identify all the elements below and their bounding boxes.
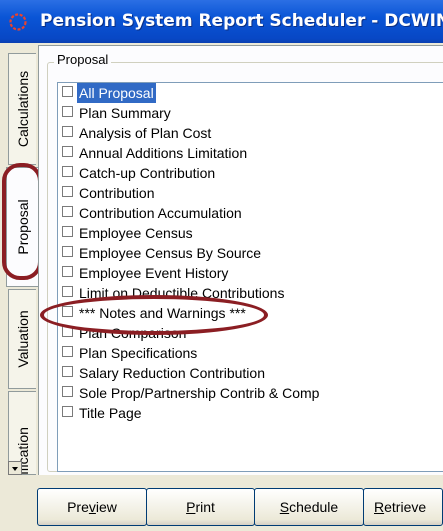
checkbox[interactable] <box>62 386 73 397</box>
list-item-plan-comparison[interactable]: Plan Comparison <box>60 323 443 343</box>
preview-label-pre: Pre <box>67 499 89 515</box>
proposal-group-title: Proposal <box>54 52 112 67</box>
print-label-post: rint <box>195 499 215 515</box>
checkbox[interactable] <box>62 226 73 237</box>
list-item-annual-additions-limitation[interactable]: Annual Additions Limitation <box>60 143 443 163</box>
checkbox[interactable] <box>62 126 73 137</box>
checkbox[interactable] <box>62 146 73 157</box>
list-item-contribution[interactable]: Contribution <box>60 183 443 203</box>
checkbox[interactable] <box>62 86 73 97</box>
list-item-label: Plan Summary <box>79 105 171 121</box>
checkbox[interactable] <box>62 206 73 217</box>
arrow-down-icon <box>12 467 18 471</box>
preview-label-key: v <box>88 499 96 515</box>
retrieve-label-key: R <box>374 499 385 515</box>
list-item-plan-specifications[interactable]: Plan Specifications <box>60 343 443 363</box>
tab-scroll-button[interactable] <box>8 461 22 475</box>
list-item-label: Salary Reduction Contribution <box>79 365 265 381</box>
checkbox[interactable] <box>62 346 73 357</box>
list-item-analysis-of-plan-cost[interactable]: Analysis of Plan Cost <box>60 123 443 143</box>
tab-valuation[interactable]: Valuation <box>8 289 36 389</box>
schedule-button[interactable]: Schedule <box>254 488 364 526</box>
tab-valuation-label: Valuation <box>14 310 31 368</box>
list-item-label: Catch-up Contribution <box>79 165 216 181</box>
list-item-label: Employee Census <box>79 225 193 241</box>
list-item-contribution-accumulation[interactable]: Contribution Accumulation <box>60 203 443 223</box>
checkbox[interactable] <box>62 106 73 117</box>
tab-calculations-label: Calculations <box>14 70 31 148</box>
checkbox[interactable] <box>62 326 73 337</box>
tab-page-proposal: Proposal All Proposal Plan Summary Analy… <box>38 45 443 475</box>
list-item-label: Plan Comparison <box>79 325 187 341</box>
app-logo-icon <box>9 13 27 31</box>
window-title: Pension System Report Scheduler - DCWIN0… <box>40 11 443 31</box>
list-item-employee-census[interactable]: Employee Census <box>60 223 443 243</box>
checkbox[interactable] <box>62 266 73 277</box>
retrieve-button[interactable]: Retrieve <box>363 488 443 526</box>
list-item-plan-summary[interactable]: Plan Summary <box>60 103 443 123</box>
schedule-label-post: chedule <box>289 499 339 515</box>
schedule-label-key: S <box>279 499 290 515</box>
list-item-catch-up-contribution[interactable]: Catch-up Contribution <box>60 163 443 183</box>
list-item-label: Employee Census By Source <box>79 245 262 261</box>
list-item-label: Plan Specifications <box>79 345 198 361</box>
checkbox[interactable] <box>62 366 73 377</box>
list-item-label: Employee Event History <box>79 265 229 281</box>
list-item-label: Title Page <box>79 405 142 421</box>
checkbox[interactable] <box>62 406 73 417</box>
checkbox[interactable] <box>62 306 73 317</box>
list-item-salary-reduction-contribution[interactable]: Salary Reduction Contribution <box>60 363 443 383</box>
list-item-label: Annual Additions Limitation <box>79 145 248 161</box>
list-item-label: Contribution Accumulation <box>79 205 242 221</box>
list-item-employee-event-history[interactable]: Employee Event History <box>60 263 443 283</box>
list-item-label: Limit on Deductible Contributions <box>79 285 285 301</box>
checkbox[interactable] <box>62 166 73 177</box>
title-bar[interactable]: Pension System Report Scheduler - DCWIN0… <box>0 0 443 43</box>
checkbox[interactable] <box>62 246 73 257</box>
list-item-label: Analysis of Plan Cost <box>79 125 212 141</box>
retrieve-label-post: etrieve <box>384 499 427 515</box>
tab-proposal[interactable]: Proposal <box>6 167 38 287</box>
checkbox[interactable] <box>62 186 73 197</box>
list-item-notes-and-warnings[interactable]: *** Notes and Warnings *** <box>60 303 443 323</box>
list-item-sole-prop-partnership[interactable]: Sole Prop/Partnership Contrib & Comp <box>60 383 443 403</box>
preview-label-post: iew <box>95 499 117 515</box>
checkbox[interactable] <box>62 286 73 297</box>
list-item-all-proposal[interactable]: All Proposal <box>60 83 443 103</box>
report-scheduler-window: Pension System Report Scheduler - DCWIN0… <box>0 0 443 531</box>
tab-calculations[interactable]: Calculations <box>8 53 36 165</box>
list-item-label: Contribution <box>79 185 155 201</box>
list-item-limit-on-deductible-contributions[interactable]: Limit on Deductible Contributions <box>60 283 443 303</box>
tab-proposal-label: Proposal <box>14 199 31 255</box>
list-item-employee-census-by-source[interactable]: Employee Census By Source <box>60 243 443 263</box>
button-bar: Preview Print Schedule Retrieve <box>0 475 443 531</box>
preview-button[interactable]: Preview <box>37 488 147 526</box>
list-item-label: All Proposal <box>77 83 156 103</box>
list-item-label: Sole Prop/Partnership Contrib & Comp <box>79 385 320 401</box>
print-button[interactable]: Print <box>146 488 255 526</box>
vertical-tab-strip: Calculations Proposal Valuation Certific… <box>0 45 38 475</box>
proposal-report-list[interactable]: All Proposal Plan Summary Analysis of Pl… <box>57 82 443 472</box>
list-item-title-page[interactable]: Title Page <box>60 403 443 423</box>
list-item-label: *** Notes and Warnings *** <box>79 305 246 321</box>
